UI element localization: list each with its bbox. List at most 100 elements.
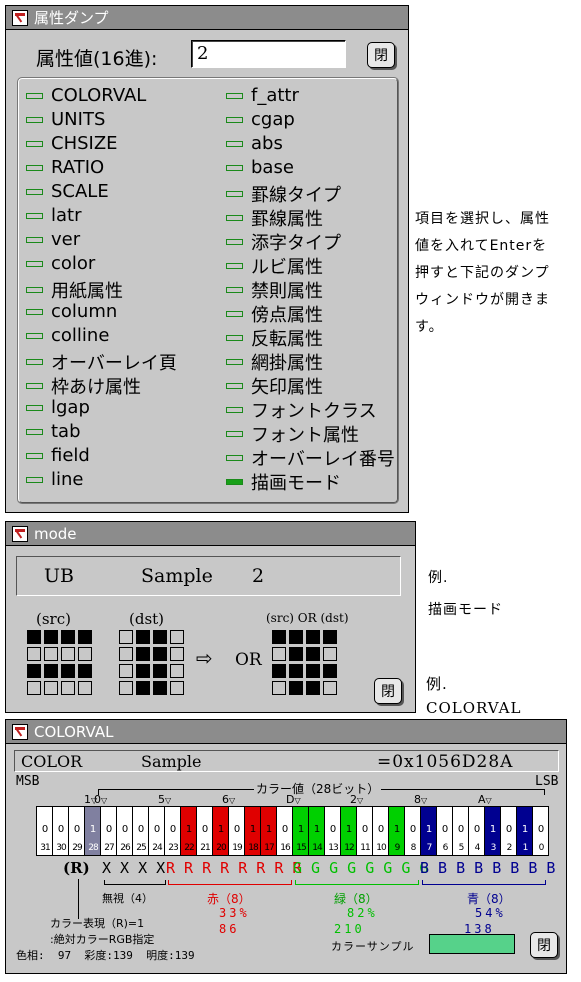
mode-close-button[interactable]: 閉: [374, 678, 402, 704]
bit-number: 12: [344, 843, 354, 853]
colorval-titlebar[interactable]: COLORVAL: [6, 720, 566, 744]
result-label: (src) OR (dst): [266, 611, 349, 625]
bit-cell: 19: [389, 806, 405, 856]
dst-pattern-cell: [153, 664, 167, 678]
colorval-close-button[interactable]: 閉: [530, 932, 558, 958]
dst-pattern-cell: [136, 664, 150, 678]
attr-item[interactable]: 描画モード: [226, 469, 341, 495]
bit-number: 10: [376, 843, 386, 853]
attr-dump-titlebar[interactable]: 属性ダンプ: [6, 6, 408, 30]
attr-item[interactable]: column: [26, 301, 117, 322]
blue-bracket: [422, 880, 546, 885]
attr-item[interactable]: line: [26, 469, 83, 490]
attr-item[interactable]: 用紙属性: [26, 277, 123, 303]
attr-item[interactable]: abs: [226, 133, 283, 154]
bit-row: 0 31 0 30 0 29 1 28 0 27 0 26 0 25 0 24 0 23 1 22 0 21 1 20 0 19 1…: [36, 806, 549, 856]
attr-item[interactable]: 傍点属性: [226, 301, 323, 327]
attr-item[interactable]: COLORVAL: [26, 85, 146, 106]
attr-item-indicator: [26, 188, 43, 195]
attr-item[interactable]: 網掛属性: [226, 349, 323, 375]
green-bracket: [295, 880, 419, 885]
down-triangle-icon: ▽: [229, 796, 236, 805]
bit-number: 28: [88, 843, 98, 853]
attr-item[interactable]: lgap: [26, 397, 90, 418]
src-pattern-cell: [27, 647, 41, 661]
attr-item[interactable]: latr: [26, 205, 82, 226]
attr-item-label: 添字タイプ: [251, 233, 341, 254]
attr-item[interactable]: オーバーレイ頁: [26, 349, 177, 375]
hex-digit: 8: [414, 793, 421, 806]
example-mode: 例. 描画モード: [428, 562, 503, 626]
attr-item-indicator: [26, 404, 43, 411]
color-header-value: =0x1056D28A: [377, 752, 514, 772]
mode-field-sample: Sample: [141, 565, 213, 587]
attr-value-input[interactable]: 2: [191, 40, 346, 68]
src-pattern-cell: [44, 630, 58, 644]
attr-item[interactable]: RATIO: [26, 157, 104, 178]
attr-item-indicator: [226, 92, 243, 99]
attr-item[interactable]: 禁則属性: [226, 277, 323, 303]
ignore-label: 無視（4）: [102, 892, 153, 905]
attr-item-label: 用紙属性: [51, 281, 123, 302]
attr-item[interactable]: SCALE: [26, 181, 109, 202]
attr-item-indicator: [226, 383, 243, 389]
attr-item[interactable]: f_attr: [226, 85, 299, 106]
attr-item[interactable]: colline: [26, 325, 109, 346]
attr-close-button[interactable]: 閉: [367, 42, 395, 68]
attr-item[interactable]: base: [226, 157, 294, 178]
side-note-line: 押すと下記のダンプ: [415, 265, 550, 281]
attr-item[interactable]: 矢印属性: [226, 373, 323, 399]
src-label: (src): [36, 610, 71, 628]
hex-digit: 2: [350, 793, 357, 806]
bit-value: 1: [521, 824, 529, 835]
attr-item[interactable]: ver: [26, 229, 80, 250]
window-menu-icon[interactable]: [12, 723, 28, 740]
attr-item-label: line: [51, 469, 84, 490]
attr-item[interactable]: オーバーレイ番号: [226, 445, 395, 471]
bit-value: 0: [329, 824, 337, 835]
mode-titlebar[interactable]: mode: [6, 522, 415, 546]
hex-digit: 1: [84, 793, 91, 806]
window-title: mode: [34, 524, 77, 543]
attr-item[interactable]: 添字タイプ: [226, 229, 341, 255]
example-label: 例.: [426, 675, 448, 693]
bit-number: 19: [232, 843, 242, 853]
attr-item[interactable]: フォントクラス: [226, 397, 377, 423]
attr-item[interactable]: UNITS: [26, 109, 105, 130]
bit-cell: 0 16: [277, 806, 293, 856]
attr-item[interactable]: 枠あけ属性: [26, 373, 141, 399]
lsb-label: LSB: [535, 774, 559, 789]
attr-item[interactable]: CHSIZE: [26, 133, 118, 154]
attr-item[interactable]: 反転属性: [226, 325, 323, 351]
down-triangle-icon: ▽: [101, 796, 108, 805]
src-pattern-cell: [27, 681, 41, 695]
attr-item[interactable]: ルビ属性: [226, 253, 323, 279]
attr-item[interactable]: cgap: [226, 109, 295, 130]
hex-digit-marker: 5▽: [158, 793, 171, 806]
src-pattern-cell: [27, 630, 41, 644]
bit-cell: 1 17: [261, 806, 277, 856]
attr-item[interactable]: tab: [26, 421, 81, 442]
attr-item-indicator: [226, 116, 243, 123]
attr-item-label: colline: [51, 325, 110, 346]
dst-pattern-cell: [119, 664, 133, 678]
attr-item[interactable]: フォント属性: [226, 421, 359, 447]
attr-item[interactable]: 罫線タイプ: [226, 181, 341, 207]
src-pattern-cell: [78, 630, 92, 644]
window-menu-icon[interactable]: [12, 9, 28, 26]
bit-value: 0: [361, 824, 369, 835]
bit-value: 0: [121, 824, 129, 835]
blue-letters: B B B B B B B B: [420, 859, 556, 877]
bit-cell: 1 18: [245, 806, 261, 856]
result-pattern-cell: [272, 630, 286, 644]
dst-pattern-cell: [170, 681, 184, 695]
attr-item[interactable]: field: [26, 445, 90, 466]
window-menu-icon[interactable]: [12, 525, 28, 542]
mode-window: mode UB Sample 2 (src) (dst) (src) OR (d…: [5, 521, 416, 713]
r-connector: [78, 879, 79, 919]
bit-number: 2: [506, 843, 513, 853]
result-pattern-cell: [323, 681, 337, 695]
attr-item[interactable]: 罫線属性: [226, 205, 323, 231]
attr-item-label: 網掛属性: [251, 353, 323, 374]
attr-item[interactable]: color: [26, 253, 95, 274]
